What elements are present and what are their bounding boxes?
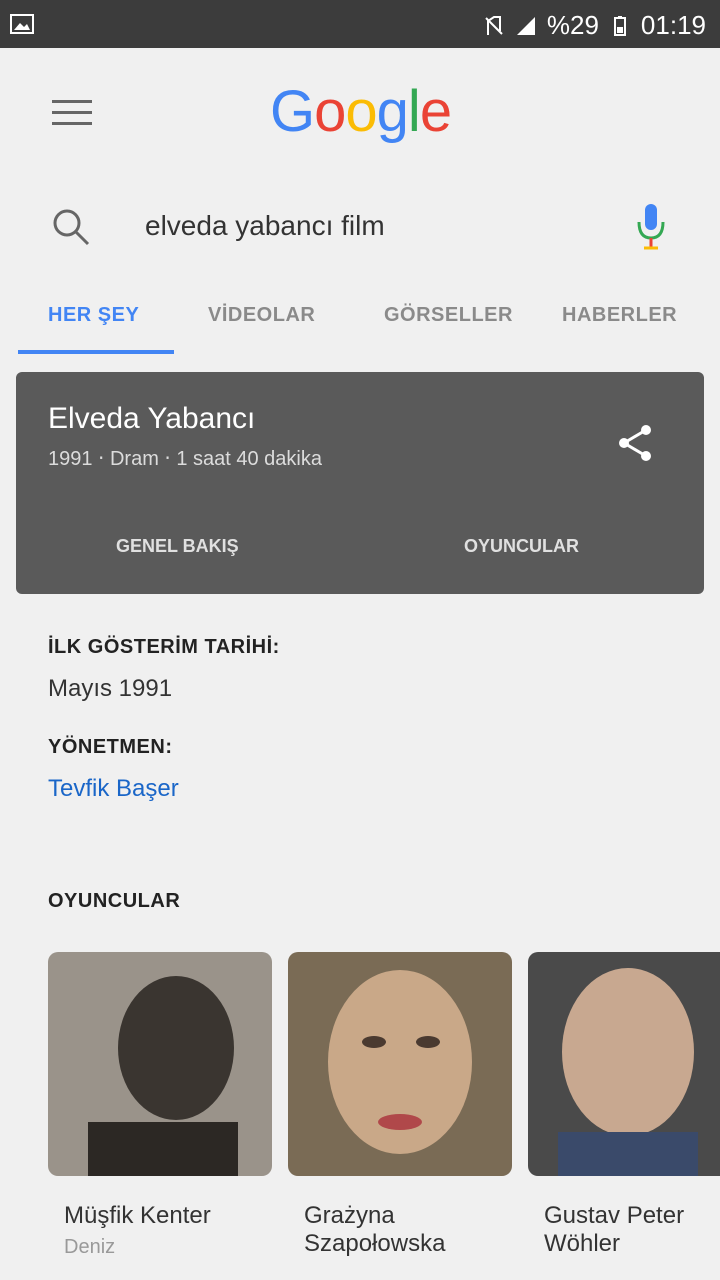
card-tab-overview[interactable]: GENEL BAKIŞ: [116, 536, 239, 557]
clock: 01:19: [640, 10, 706, 40]
release-date-label: İLK GÖSTERİM TARİHİ:: [48, 636, 280, 658]
director-link[interactable]: Tevfik Başer: [48, 775, 179, 803]
cast-name: Grażyna Szapołowska: [304, 1202, 446, 1257]
cast-role: Deniz: [64, 1236, 116, 1258]
google-logo: Google: [270, 79, 452, 144]
signal-icon: [516, 16, 535, 35]
cast-photo: [48, 952, 272, 1176]
release-date-section: İLK GÖSTERİM TARİHİ: Mayıs 1991: [48, 636, 280, 703]
card-tab-cast[interactable]: OYUNCULAR: [464, 536, 579, 557]
cast-label: OYUNCULAR: [48, 890, 181, 912]
tab-her-sey[interactable]: HER ŞEY: [48, 304, 139, 327]
battery-percent: %29: [546, 10, 599, 40]
status-bar: %29 01:19: [0, 0, 720, 48]
result-tabs: HER ŞEY VİDEOLAR GÖRSELLER HABERLER: [0, 288, 720, 358]
search-input[interactable]: elveda yabancı film: [145, 210, 385, 242]
cast-card[interactable]: Gustav Peter Wöhler: [528, 952, 720, 1264]
card-title: Elveda Yabancı: [48, 402, 256, 435]
tab-haberler[interactable]: HABERLER: [562, 304, 677, 327]
share-icon[interactable]: [614, 422, 656, 464]
knowledge-card: Elveda Yabancı 1991 ‧ Dram ‧ 1 saat 40 d…: [16, 372, 704, 594]
active-tab-indicator: [18, 350, 174, 354]
cast-photo: [528, 952, 720, 1176]
tab-gorseller[interactable]: GÖRSELLER: [384, 304, 513, 327]
search-bar[interactable]: elveda yabancı film: [0, 176, 720, 276]
cast-name: Müşfik Kenter: [64, 1202, 211, 1229]
release-date-value: Mayıs 1991: [48, 675, 173, 702]
no-sim-icon: [485, 15, 503, 35]
director-label: YÖNETMEN:: [48, 736, 173, 758]
card-subtitle: 1991 ‧ Dram ‧ 1 saat 40 dakika: [48, 448, 322, 470]
cast-card[interactable]: Müşfik Kenter Deniz: [48, 952, 272, 1259]
microphone-icon[interactable]: [636, 200, 666, 252]
cast-card[interactable]: Grażyna Szapołowska: [288, 952, 512, 1264]
cast-section-header: OYUNCULAR: [48, 890, 180, 913]
battery-icon: [613, 15, 626, 36]
cast-carousel: Müşfik Kenter Deniz Grażyna Szapołowska …: [48, 952, 720, 1280]
cast-photo: [288, 952, 512, 1176]
app-header: Google: [0, 48, 720, 168]
gallery-icon: [10, 14, 34, 34]
cast-name: Gustav Peter Wöhler: [544, 1202, 685, 1257]
menu-icon[interactable]: [52, 100, 92, 130]
tab-videolar[interactable]: VİDEOLAR: [208, 304, 315, 327]
search-icon[interactable]: [50, 206, 92, 248]
director-section: YÖNETMEN: Tevfik Başer: [48, 736, 179, 803]
